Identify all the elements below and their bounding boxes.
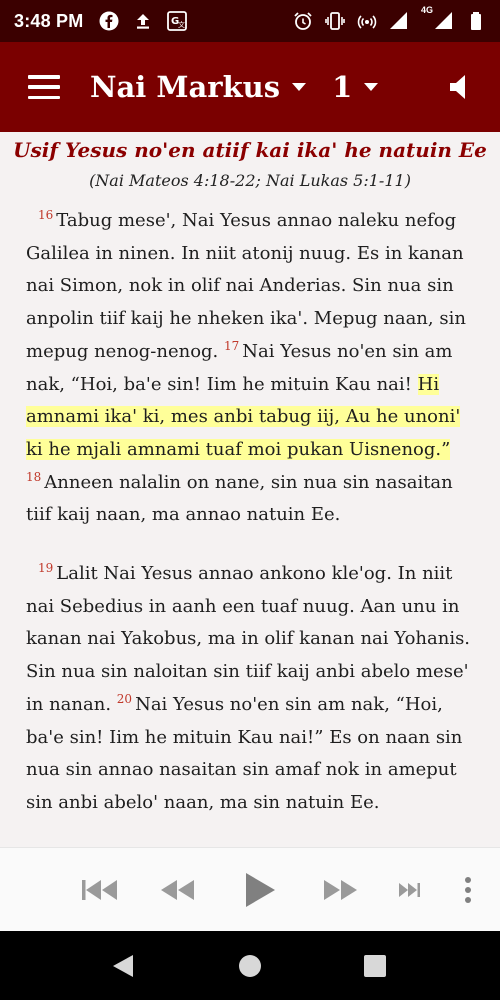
more-vert-icon[interactable] <box>458 874 478 906</box>
skip-to-start-icon[interactable] <box>80 876 120 904</box>
verse-number: 16 <box>38 208 54 222</box>
rewind-icon[interactable] <box>158 876 198 904</box>
paragraph: 19 Lalit Nai Yesus annao ankono kle'og. I… <box>26 558 474 820</box>
cell-signal-icon <box>434 11 454 31</box>
verse-text[interactable]: Anneen nalalin on nane, sin nua sin nasa… <box>26 472 453 526</box>
battery-icon <box>466 11 486 31</box>
verse-text[interactable]: Lalit Nai Yesus annao ankono kle'og. In … <box>26 563 470 715</box>
play-icon[interactable] <box>240 870 280 910</box>
book-selector[interactable]: Nai Markus <box>90 70 307 104</box>
facebook-icon <box>99 11 119 31</box>
menu-icon[interactable] <box>28 75 60 99</box>
parallel-reference: (Nai Mateos 4:18-22; Nai Lukas 5:1-11) <box>89 171 411 190</box>
scripture-content[interactable]: Usif Yesus no'en atiif kai ika' he natui… <box>0 132 500 847</box>
network-type-label: 4G <box>420 5 433 15</box>
hotspot-icon <box>357 11 377 31</box>
alarm-icon <box>293 11 313 31</box>
back-icon[interactable] <box>110 953 136 979</box>
book-dropdown-icon <box>292 83 307 91</box>
chapter-dropdown-icon <box>364 83 379 91</box>
chapter-selector[interactable]: 1 <box>332 70 379 104</box>
wifi-signal-icon <box>389 11 409 31</box>
system-navigation-bar <box>0 931 500 1000</box>
verse-text[interactable]: Tabug mese', Nai Yesus annao naleku nefo… <box>26 210 466 362</box>
skip-to-end-icon[interactable] <box>396 880 424 900</box>
paragraph: 16 Tabug mese', Nai Yesus annao naleku ne… <box>26 205 474 532</box>
upload-icon <box>133 11 153 31</box>
status-time: 3:48 PM <box>14 10 84 31</box>
chapter-number: 1 <box>332 70 353 104</box>
home-icon[interactable] <box>237 953 263 979</box>
svg-text:文: 文 <box>178 20 185 29</box>
fast-forward-icon[interactable] <box>320 876 360 904</box>
speaker-icon[interactable] <box>448 74 472 100</box>
verse-number: 20 <box>116 691 133 706</box>
vibrate-icon <box>325 11 345 31</box>
verse-number: 19 <box>38 561 54 576</box>
verse-number: 18 <box>26 469 42 484</box>
audio-player-bar <box>0 847 500 931</box>
book-name: Nai Markus <box>90 70 281 104</box>
translate-icon: G文 <box>167 11 188 31</box>
status-bar: 3:48 PM G文 4G <box>0 0 500 42</box>
app-bar: Nai Markus 1 <box>0 42 500 132</box>
verse-number: 17 <box>224 338 240 353</box>
recents-icon[interactable] <box>362 953 388 979</box>
section-heading: Usif Yesus no'en atiif kai ika' he natui… <box>13 138 487 162</box>
